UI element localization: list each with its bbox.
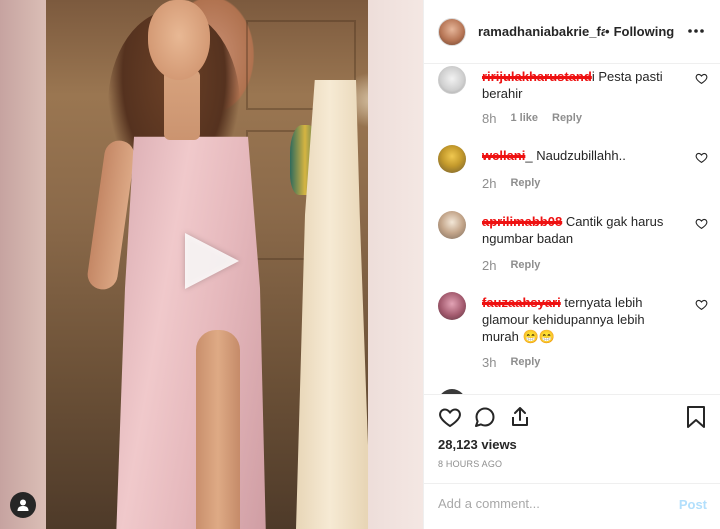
reply-button[interactable]: Reply — [510, 356, 540, 370]
comment-username[interactable]: aprilimabb08 — [482, 214, 562, 229]
heart-icon[interactable] — [695, 151, 708, 164]
comment-time: 8h — [482, 111, 497, 126]
comment-text: fauzaahsyari ternyata lebih glamour kehi… — [482, 294, 678, 345]
comment-username[interactable]: fauzaahsyari — [482, 295, 561, 310]
list-item: ririjulakharustandi Pesta pasti berahir … — [438, 66, 708, 136]
comment-message: _ Naudzubillahh.. — [525, 148, 626, 163]
heart-icon[interactable] — [695, 72, 708, 85]
comment-text: wellani_ Naudzubillahh.. — [482, 147, 678, 164]
comment-meta: 2h Reply — [482, 258, 540, 273]
following-button[interactable]: Following — [614, 24, 675, 39]
user-tag-button[interactable] — [10, 492, 36, 518]
comment-meta: 3h Reply — [482, 355, 540, 370]
avatar[interactable] — [438, 66, 466, 94]
post-side-panel: ramadhaniabakrie_fans • Following ririju… — [423, 0, 720, 529]
post-username[interactable]: ramadhaniabakrie_fans — [478, 24, 605, 39]
comment-bubble-icon[interactable] — [473, 405, 497, 429]
view-count[interactable]: 28,123 views — [438, 437, 517, 452]
leg — [196, 330, 240, 529]
list-item: aprilimabb08 Cantik gak harus ngumbar ba… — [438, 211, 708, 277]
comment-meta: 2h Reply — [482, 176, 540, 191]
header-separator: • — [605, 24, 610, 39]
share-upload-icon[interactable] — [508, 405, 532, 429]
comment-text: aprilimabb08 Cantik gak harus ngumbar ba… — [482, 213, 678, 247]
comment-input[interactable] — [438, 496, 658, 511]
heart-icon[interactable] — [695, 217, 708, 230]
user-silhouette-icon — [17, 499, 29, 511]
bookmark-icon[interactable] — [685, 405, 707, 429]
neck — [164, 70, 200, 140]
dress — [116, 136, 266, 529]
reply-button[interactable]: Reply — [510, 177, 540, 191]
play-icon[interactable] — [185, 233, 239, 289]
reply-button[interactable]: Reply — [552, 112, 582, 126]
post-actions: 28,123 views 8 HOURS AGO Post — [424, 394, 720, 529]
post-button[interactable]: Post — [679, 497, 707, 512]
heart-icon[interactable] — [438, 405, 462, 429]
comment-username[interactable]: wellani — [482, 148, 525, 163]
comment-time: 2h — [482, 258, 497, 273]
face — [148, 0, 210, 80]
post-timestamp[interactable]: 8 HOURS AGO — [438, 459, 502, 469]
comment-username[interactable]: ririjulakharustand — [482, 69, 592, 84]
avatar[interactable] — [438, 145, 466, 173]
more-horizontal-icon[interactable] — [687, 22, 705, 40]
comment-meta: 8h 1 like Reply — [482, 111, 582, 126]
post-media — [0, 0, 423, 529]
avatar[interactable] — [438, 292, 466, 320]
list-item: wellani_ Naudzubillahh.. 2h Reply — [438, 145, 708, 195]
post-header: ramadhaniabakrie_fans • Following — [424, 0, 720, 64]
comment-time: 3h — [482, 355, 497, 370]
comment-time: 2h — [482, 176, 497, 191]
comment-composer: Post — [424, 483, 720, 523]
comment-likes[interactable]: 1 like — [510, 112, 538, 126]
reply-button[interactable]: Reply — [510, 259, 540, 273]
heart-icon[interactable] — [695, 298, 708, 311]
comment-text: ririjulakharustandi Pesta pasti berahir — [482, 68, 678, 102]
avatar[interactable] — [438, 17, 466, 46]
list-item: fauzaahsyari ternyata lebih glamour kehi… — [438, 292, 708, 374]
avatar[interactable] — [438, 211, 466, 239]
comments-list[interactable]: ririjulakharustandi Pesta pasti berahir … — [424, 64, 720, 394]
